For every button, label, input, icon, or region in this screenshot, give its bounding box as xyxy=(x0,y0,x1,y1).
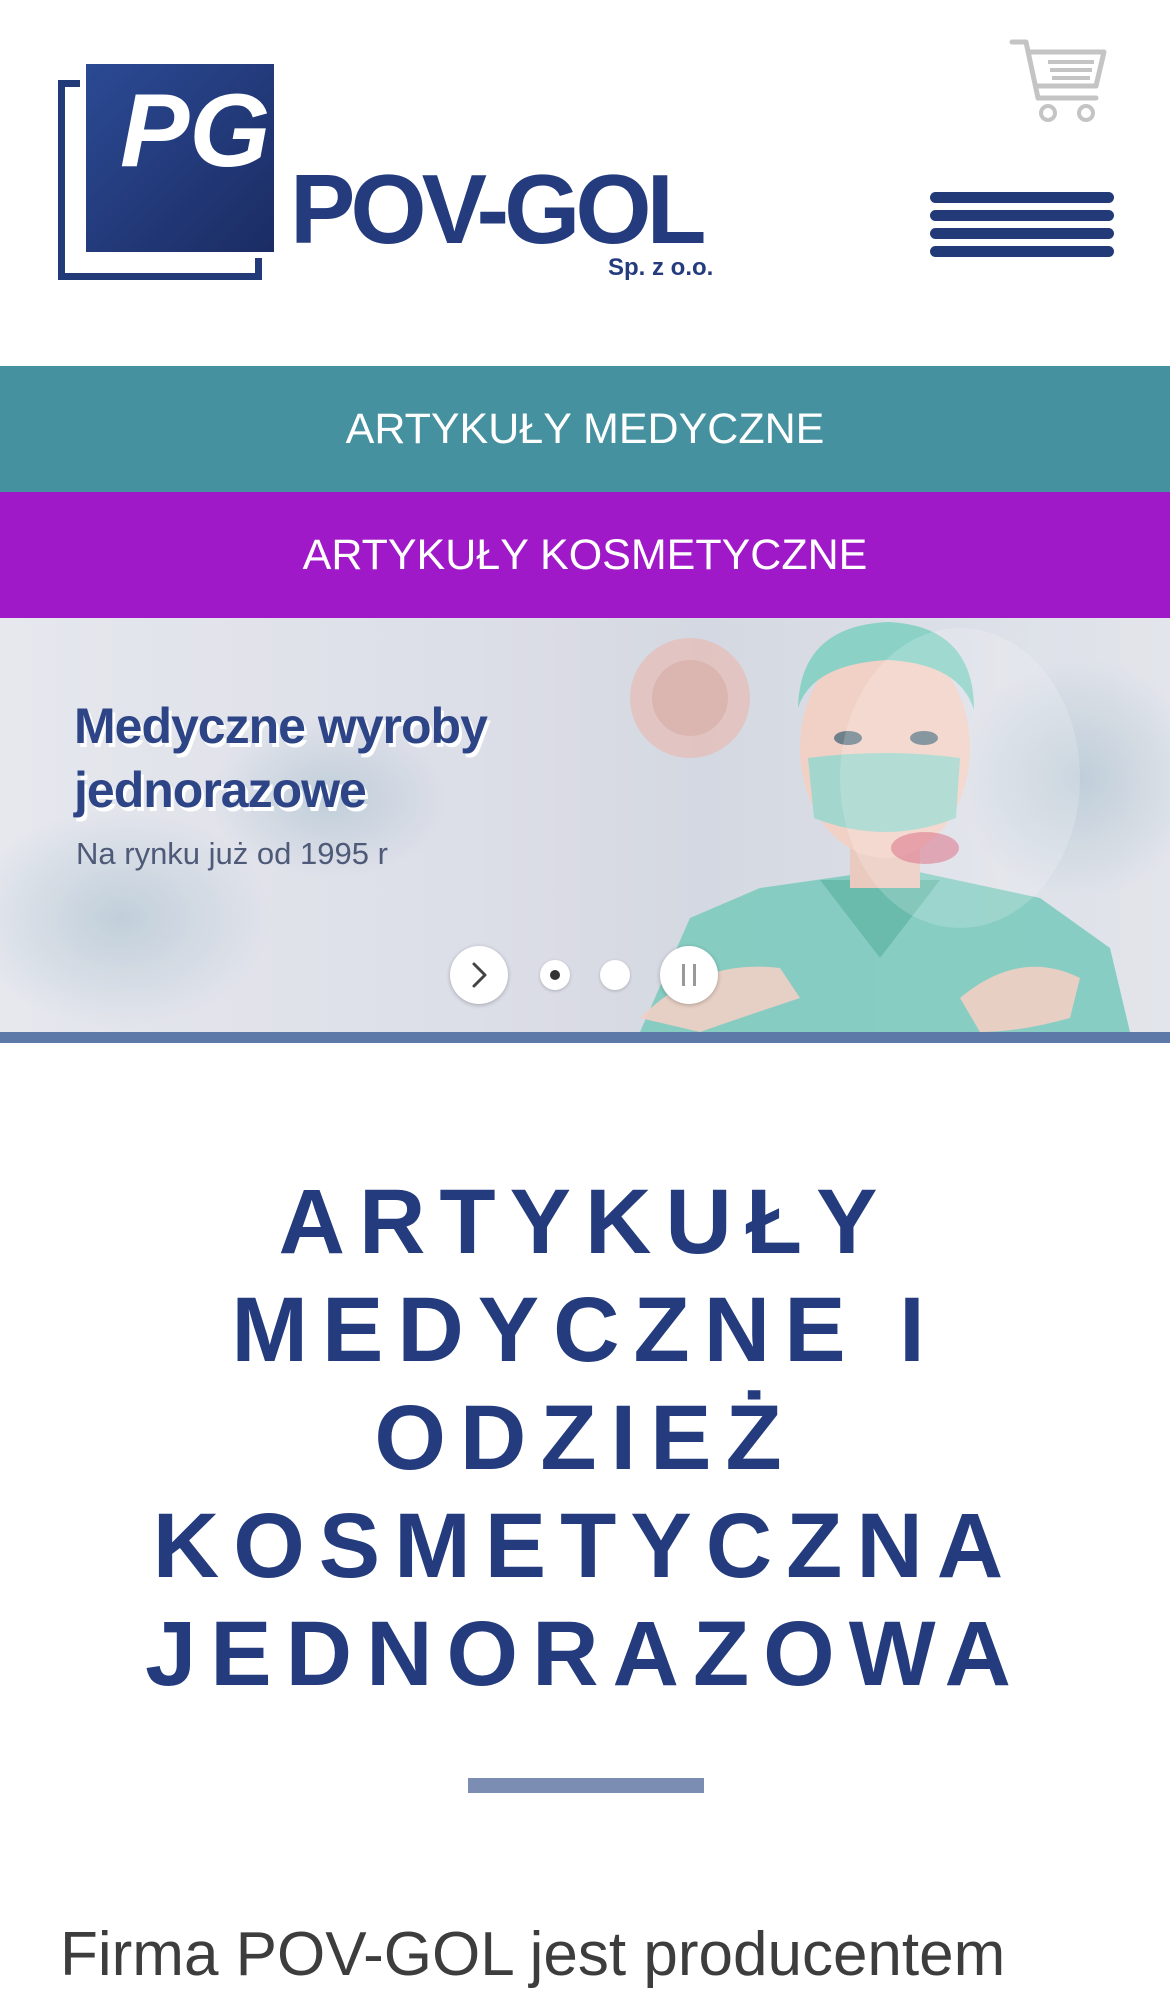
slider-dot-1[interactable] xyxy=(540,960,570,990)
hero-slider: Medyczne wyroby jednorazowe Na rynku już… xyxy=(0,618,1170,1032)
logo-monogram: PG xyxy=(120,73,270,189)
hero-bottom-border xyxy=(0,1032,1170,1043)
hero-subtitle: Na rynku już od 1995 r xyxy=(76,836,388,871)
hamburger-menu-icon[interactable] xyxy=(930,188,1114,270)
intro-paragraph: Firma POV-GOL jest producentem xyxy=(60,1920,1006,1989)
title-divider xyxy=(468,1778,704,1793)
site-header: PG POV-GOL Sp. z o.o. xyxy=(0,0,1170,366)
slider-dot-2[interactable] xyxy=(600,960,630,990)
menu-bar xyxy=(930,246,1114,257)
logo-company-suffix: Sp. z o.o. xyxy=(608,254,714,281)
page-title: ARTYKUŁY MEDYCZNE I ODZIEŻ KOSMETYCZNA J… xyxy=(145,1171,1025,1705)
menu-bar xyxy=(930,192,1114,203)
menu-bar xyxy=(930,228,1114,239)
logo-monogram-square: PG xyxy=(86,64,274,252)
pause-icon xyxy=(682,964,696,986)
nav-medical-articles[interactable]: ARTYKUŁY MEDYCZNE xyxy=(0,366,1170,492)
hero-background-image xyxy=(0,618,1170,1032)
slider-next-button[interactable] xyxy=(450,946,508,1004)
svg-text:PG: PG xyxy=(120,73,270,189)
company-logo[interactable]: PG POV-GOL Sp. z o.o. xyxy=(58,64,728,284)
slider-pause-button[interactable] xyxy=(660,946,718,1004)
logo-wordmark: POV-GOL xyxy=(290,154,707,264)
hero-title: Medyczne wyroby jednorazowe xyxy=(74,698,488,818)
nav-cosmetic-articles[interactable]: ARTYKUŁY KOSMETYCZNE xyxy=(0,492,1170,618)
chevron-right-icon xyxy=(472,962,487,988)
menu-bar xyxy=(930,210,1114,221)
cart-icon[interactable] xyxy=(1008,36,1108,126)
